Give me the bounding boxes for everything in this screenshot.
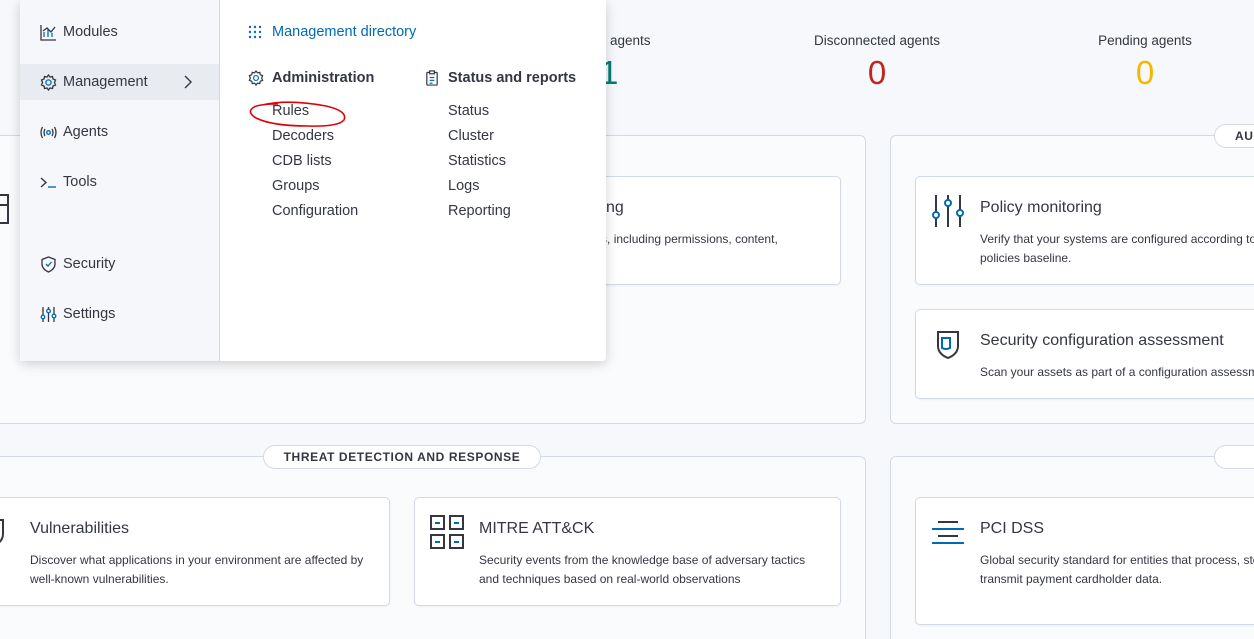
card-desc-line: Scan your assets as part of a configurat… bbox=[980, 365, 1254, 379]
card-description: Scan your assets as part of a configurat… bbox=[980, 363, 1254, 382]
menu-item-configuration[interactable]: Configuration bbox=[272, 203, 358, 219]
stat-value[interactable]: 0 bbox=[802, 54, 952, 92]
terminal-icon bbox=[40, 176, 56, 188]
management-directory-label: Management directory bbox=[272, 24, 417, 40]
nav-item-management[interactable]: Management bbox=[20, 64, 219, 100]
card-desc-line: Discover what applications in your envir… bbox=[30, 553, 364, 567]
card-title: MITRE ATT&CK bbox=[479, 520, 595, 537]
status-reports-title: Status and reports bbox=[448, 70, 577, 86]
card-desc-line: well-known vulnerabilities. bbox=[30, 572, 169, 586]
card-description: Global security standard for entities th… bbox=[980, 551, 1254, 589]
administration-title: Administration bbox=[272, 70, 375, 86]
clipboard-icon bbox=[426, 70, 438, 86]
vulnerabilities-card[interactable]: Vulnerabilities Discover what applicatio… bbox=[0, 497, 390, 606]
nav-item-agents[interactable]: Agents bbox=[20, 114, 219, 150]
card-desc-line: Verify that your systems are configured … bbox=[980, 232, 1254, 246]
main-menu-flyout: Modules Management Agents Tools Security… bbox=[20, 0, 606, 361]
nav-item-label: Security bbox=[63, 256, 116, 272]
nav-item-security[interactable]: Security bbox=[20, 246, 219, 282]
card-desc-line: s. bbox=[581, 249, 778, 268]
nav-item-label: Tools bbox=[63, 174, 97, 190]
card-title: PCI DSS bbox=[980, 520, 1045, 537]
card-desc-line: Security events from the knowledge base … bbox=[479, 553, 806, 567]
card-description: Discover what applications in your envir… bbox=[30, 551, 363, 589]
card-desc-line: and techniques based on real-world obser… bbox=[479, 572, 741, 586]
partial-card-icon bbox=[0, 193, 12, 225]
chevron-right-icon bbox=[184, 75, 192, 89]
card-description: nges, including permissions, content, s. bbox=[581, 230, 778, 268]
nav-item-label: Modules bbox=[63, 24, 118, 40]
pending-agents-stat: Pending agents 0 bbox=[1085, 33, 1205, 92]
disconnected-agents-stat: Disconnected agents 0 bbox=[802, 33, 952, 92]
antenna-icon bbox=[40, 126, 57, 138]
shield-check-icon bbox=[930, 326, 966, 362]
stat-value[interactable]: 0 bbox=[1085, 54, 1205, 92]
pci-dss-card[interactable]: PCI DSS Global security standard for ent… bbox=[915, 497, 1254, 625]
card-title: Vulnerabilities bbox=[30, 520, 130, 537]
menu-item-logs[interactable]: Logs bbox=[448, 178, 479, 194]
menu-item-decoders[interactable]: Decoders bbox=[272, 128, 334, 144]
gear-icon bbox=[248, 70, 264, 86]
menu-item-cluster[interactable]: Cluster bbox=[448, 128, 494, 144]
policy-monitoring-card[interactable]: Policy monitoring Verify that your syste… bbox=[915, 176, 1254, 285]
sliders-icon bbox=[930, 193, 966, 229]
menu-item-reporting[interactable]: Reporting bbox=[448, 203, 511, 219]
menu-item-statistics[interactable]: Statistics bbox=[448, 153, 506, 169]
chart-icon bbox=[40, 24, 56, 41]
card-title: ng bbox=[606, 199, 624, 216]
administration-heading: Administration bbox=[248, 70, 374, 86]
dots-grid-icon bbox=[248, 25, 262, 39]
sliders-icon bbox=[40, 306, 57, 322]
menu-item-rules[interactable]: Rules bbox=[272, 103, 309, 119]
card-description: Security events from the knowledge base … bbox=[479, 551, 805, 589]
card-description: Verify that your systems are configured … bbox=[980, 230, 1254, 268]
shield-icon bbox=[41, 255, 56, 273]
gear-icon bbox=[40, 73, 57, 91]
menu-sidebar: Modules Management Agents Tools Security… bbox=[20, 0, 220, 361]
stat-label: Disconnected agents bbox=[813, 33, 941, 48]
card-title: Policy monitoring bbox=[980, 199, 1102, 216]
nav-item-label: Settings bbox=[63, 306, 116, 322]
lines-icon bbox=[930, 514, 966, 550]
menu-item-status[interactable]: Status bbox=[448, 103, 489, 119]
nav-item-settings[interactable]: Settings bbox=[20, 296, 219, 332]
menu-item-cdb-lists[interactable]: CDB lists bbox=[272, 153, 332, 169]
card-desc-line: transmit payment cardholder data. bbox=[980, 572, 1163, 586]
nav-item-modules[interactable]: Modules bbox=[20, 14, 219, 50]
regulatory-section-title bbox=[1214, 445, 1254, 469]
card-desc-line: Global security standard for entities th… bbox=[980, 553, 1254, 567]
menu-item-groups[interactable]: Groups bbox=[272, 178, 320, 194]
nav-item-tools[interactable]: Tools bbox=[20, 164, 219, 200]
card-title: Security configuration assessment bbox=[980, 332, 1224, 349]
threat-detection-section-title: THREAT DETECTION AND RESPONSE bbox=[263, 445, 541, 469]
card-desc-line: policies baseline. bbox=[980, 251, 1072, 265]
shield-icon bbox=[0, 514, 9, 550]
status-reports-heading: Status and reports bbox=[424, 70, 576, 86]
mitre-attack-card[interactable]: MITRE ATT&CK Security events from the kn… bbox=[414, 497, 841, 606]
stat-label: Pending agents bbox=[1098, 33, 1192, 48]
nav-item-label: Management bbox=[63, 74, 148, 90]
sca-card[interactable]: Security configuration assessment Scan y… bbox=[915, 309, 1254, 399]
card-desc-line: nges, including permissions, content, bbox=[581, 232, 778, 246]
auditing-section-title: AU bbox=[1214, 124, 1254, 148]
grid-icon bbox=[429, 514, 465, 550]
nav-item-label: Agents bbox=[63, 124, 109, 140]
management-directory-link[interactable]: Management directory bbox=[248, 24, 416, 40]
